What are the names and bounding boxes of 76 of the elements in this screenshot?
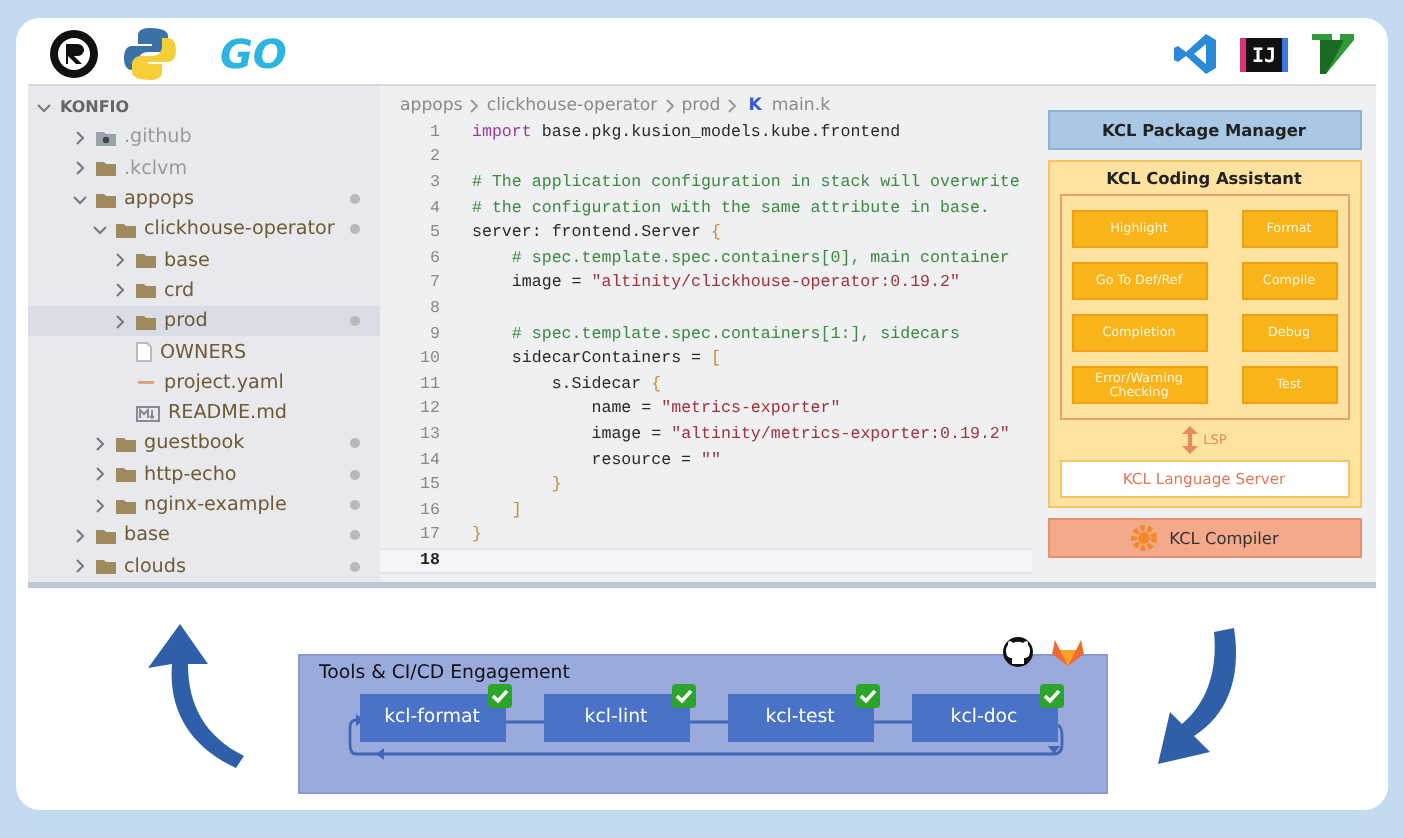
tree-item[interactable]: crd xyxy=(28,275,380,307)
panel-title: Tools & CI/CD Engagement xyxy=(319,661,570,683)
file-type-icon: K xyxy=(748,96,762,116)
code-line: sidecarContainers = [ xyxy=(509,350,721,369)
tree-item[interactable]: project.yaml xyxy=(28,367,380,398)
tree-item[interactable]: appops xyxy=(28,183,380,215)
code-line: name = "metrics-exporter" xyxy=(589,400,841,419)
step-label: kcl-lint xyxy=(584,706,648,728)
tree-item[interactable]: base xyxy=(28,244,380,276)
cat-silhouette-icon xyxy=(1001,635,1033,667)
code-line: # the configuration with the same attribute in base. xyxy=(472,199,990,218)
step-label: kcl-test xyxy=(765,706,835,728)
code-line: server: frontend.Server { xyxy=(472,224,721,243)
code-line: s.Sidecar { xyxy=(549,375,662,394)
code-line: # spec.template.spec.containers[0], main container xyxy=(509,249,1010,268)
tree-item[interactable]: clickhouse-operator xyxy=(28,214,380,245)
line-number: 17 xyxy=(418,526,442,545)
tree-item[interactable]: clouds xyxy=(28,550,380,582)
file-icon xyxy=(136,342,152,363)
step-label: kcl-doc xyxy=(950,706,1018,728)
line-number: 18 xyxy=(418,551,442,570)
line-number: 5 xyxy=(428,224,442,243)
line-number: 10 xyxy=(418,350,442,369)
snake-logo-icon xyxy=(120,24,180,84)
code-line: resource = "" xyxy=(589,451,721,470)
double-arrow-icon xyxy=(1181,426,1198,454)
code-editor-logo-icon xyxy=(1171,30,1220,78)
line-number: 2 xyxy=(428,148,442,167)
line-number: 3 xyxy=(428,173,442,192)
line-number: 16 xyxy=(418,501,442,520)
breadcrumb-item[interactable]: clickhouse-operator xyxy=(486,96,658,116)
code-line: ] xyxy=(509,501,522,520)
code-line: # The application configuration in stack will overwrite xyxy=(472,173,1020,192)
code-line: # spec.template.spec.containers[1:], sidecars xyxy=(509,325,960,344)
code-line: } xyxy=(549,476,562,495)
gear-icon xyxy=(1129,524,1158,552)
chevron-right-icon xyxy=(468,98,481,114)
folder-icon xyxy=(96,129,116,146)
package-manager-block: KCL Package Manager xyxy=(1047,110,1361,150)
line-number: 9 xyxy=(428,325,442,344)
line-number: 6 xyxy=(428,249,442,268)
line-number: 8 xyxy=(428,299,442,318)
tree-item[interactable]: guestbook xyxy=(28,428,380,460)
go-logo: GO xyxy=(218,30,287,78)
tree-item[interactable]: prod xyxy=(28,306,380,337)
fox-icon xyxy=(1049,635,1085,667)
code-line: image = "altinity/clickhouse-operator:0.19.2" xyxy=(509,274,960,293)
line-number: 12 xyxy=(418,400,442,419)
line-number: 13 xyxy=(418,425,442,444)
tree-item[interactable]: http-echo xyxy=(28,459,380,490)
panel-title: KCL Coding Assistant xyxy=(1106,168,1302,188)
line-number: 14 xyxy=(418,451,442,470)
chevron-down-icon xyxy=(36,99,52,116)
breadcrumb-item[interactable]: main.k xyxy=(771,96,831,116)
markdown-icon xyxy=(136,405,160,422)
tree-item[interactable]: nginx-example xyxy=(28,489,380,521)
line-number: 15 xyxy=(418,476,442,495)
tree-item[interactable]: OWNERS xyxy=(28,336,380,368)
tree-item[interactable]: base xyxy=(28,520,380,551)
chevron-right-icon xyxy=(726,98,739,114)
code-line: import base.pkg.kusion_models.kube.frontend xyxy=(472,123,901,142)
breadcrumb-item[interactable]: appops xyxy=(400,96,463,116)
vim-logo-icon xyxy=(1308,30,1356,78)
code-line: image = "altinity/metrics-exporter:0.19.2" xyxy=(589,425,1010,444)
line-number: 1 xyxy=(428,123,442,142)
ide-logo: IJ xyxy=(1239,37,1288,71)
chevron-right-icon xyxy=(663,98,676,114)
line-number: 11 xyxy=(418,375,442,394)
compiler-label: KCL Compiler xyxy=(1169,528,1279,548)
root-label: KONFIO xyxy=(60,98,130,117)
line-number: 4 xyxy=(428,199,442,218)
tree-item[interactable]: README.md xyxy=(28,397,380,429)
line-number: 7 xyxy=(428,274,442,293)
code-line: } xyxy=(472,526,482,545)
breadcrumb-item[interactable]: prod xyxy=(681,96,721,116)
step-label: kcl-format xyxy=(384,706,480,728)
